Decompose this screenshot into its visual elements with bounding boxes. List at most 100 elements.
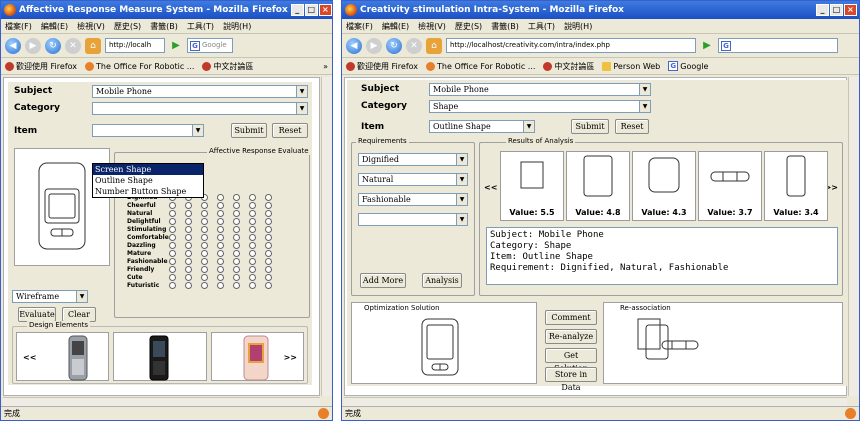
results-prev-button[interactable]: <<: [484, 183, 497, 192]
category-select[interactable]: Shape ▼: [429, 100, 651, 113]
minimize-button[interactable]: _: [816, 4, 829, 16]
forward-icon[interactable]: ▶: [366, 37, 382, 54]
requirement-select[interactable]: Fashionable ▼: [358, 193, 468, 206]
evaluate-button[interactable]: Evaluate: [18, 307, 56, 322]
item-select[interactable]: ▼: [92, 124, 204, 137]
subject-select[interactable]: Mobile Phone ▼: [92, 85, 308, 98]
rating-radio[interactable]: [233, 233, 240, 241]
bookmark-item[interactable]: 中文討論區: [543, 61, 594, 72]
rating-radio[interactable]: [265, 193, 272, 201]
rating-radio[interactable]: [249, 241, 256, 249]
submit-button[interactable]: Submit: [231, 123, 267, 138]
rating-radio[interactable]: [201, 209, 208, 217]
rating-radio[interactable]: [249, 265, 256, 273]
menu-tools[interactable]: 工具(T): [528, 21, 555, 32]
bookmark-item[interactable]: The Office For Robotic ...: [85, 61, 194, 71]
rating-radio[interactable]: [169, 217, 176, 225]
result-cell[interactable]: Value: 3.4: [764, 151, 828, 221]
bookmark-item[interactable]: 歡迎使用 Firefox: [346, 61, 418, 72]
rating-radio[interactable]: [217, 273, 224, 281]
bookmark-item[interactable]: G Google: [668, 61, 708, 71]
reset-button[interactable]: Reset: [272, 123, 308, 138]
reload-icon[interactable]: ↻: [45, 37, 61, 54]
rating-radio[interactable]: [201, 201, 208, 209]
rating-radio[interactable]: [233, 241, 240, 249]
result-cell[interactable]: Value: 4.3: [632, 151, 696, 221]
back-icon[interactable]: ◀: [346, 37, 362, 54]
rating-radio[interactable]: [249, 273, 256, 281]
menu-view[interactable]: 檢視(V): [77, 21, 105, 32]
design-element-card[interactable]: <<: [16, 332, 110, 381]
result-cell[interactable]: Value: 5.5: [500, 151, 564, 221]
rating-radio[interactable]: [185, 281, 192, 289]
rating-radio[interactable]: [201, 233, 208, 241]
menu-help[interactable]: 說明(H): [223, 21, 251, 32]
go-icon[interactable]: ▶: [169, 39, 183, 53]
rating-radio[interactable]: [233, 225, 240, 233]
rating-radio[interactable]: [265, 201, 272, 209]
rating-radio[interactable]: [265, 265, 272, 273]
rating-radio[interactable]: [185, 273, 192, 281]
category-select[interactable]: ▼: [92, 102, 308, 115]
rating-radio[interactable]: [201, 249, 208, 257]
rating-radio[interactable]: [265, 225, 272, 233]
dropdown-option[interactable]: Outline Shape: [93, 175, 203, 186]
menu-edit[interactable]: 編輯(E): [382, 21, 409, 32]
search-input[interactable]: G Google: [187, 38, 233, 53]
go-icon[interactable]: ▶: [700, 39, 714, 53]
add-more-button[interactable]: Add More: [360, 273, 406, 288]
search-input[interactable]: G: [718, 38, 838, 53]
home-icon[interactable]: ⌂: [426, 37, 442, 54]
vertical-scrollbar[interactable]: [321, 77, 332, 396]
rating-radio[interactable]: [233, 209, 240, 217]
forward-icon[interactable]: ▶: [25, 37, 41, 54]
requirement-select[interactable]: Dignified ▼: [358, 153, 468, 166]
rating-radio[interactable]: [185, 265, 192, 273]
chevron-right-icon[interactable]: »: [323, 62, 332, 71]
maximize-button[interactable]: □: [830, 4, 843, 16]
rating-radio[interactable]: [265, 257, 272, 265]
rating-radio[interactable]: [169, 209, 176, 217]
bookmark-item[interactable]: The Office For Robotic ...: [426, 61, 535, 71]
rating-radio[interactable]: [217, 201, 224, 209]
get-solution-button[interactable]: Get Solution: [545, 348, 597, 373]
display-mode-select[interactable]: Wireframe ▼: [12, 290, 88, 303]
close-button[interactable]: ×: [318, 4, 332, 16]
horizontal-scrollbar[interactable]: [3, 397, 320, 406]
menu-tools[interactable]: 工具(T): [187, 21, 214, 32]
rating-radio[interactable]: [169, 273, 176, 281]
bookmark-item[interactable]: Person Web: [602, 61, 660, 71]
stop-icon[interactable]: ✕: [65, 37, 81, 54]
rating-radio[interactable]: [201, 265, 208, 273]
menu-bookmarks[interactable]: 書籤(B): [150, 21, 178, 32]
rating-radio[interactable]: [169, 265, 176, 273]
submit-button[interactable]: Submit: [571, 119, 609, 134]
rating-radio[interactable]: [217, 217, 224, 225]
rating-radio[interactable]: [265, 217, 272, 225]
rating-radio[interactable]: [249, 249, 256, 257]
rating-radio[interactable]: [217, 249, 224, 257]
rating-radio[interactable]: [169, 257, 176, 265]
rating-radio[interactable]: [185, 233, 192, 241]
menu-help[interactable]: 說明(H): [564, 21, 592, 32]
item-select[interactable]: Outline Shape ▼: [429, 120, 535, 133]
rating-radio[interactable]: [217, 265, 224, 273]
subject-select[interactable]: Mobile Phone ▼: [429, 83, 651, 96]
rating-radio[interactable]: [217, 281, 224, 289]
rating-radio[interactable]: [169, 201, 176, 209]
menu-file[interactable]: 檔案(F): [346, 21, 373, 32]
rating-radio[interactable]: [201, 273, 208, 281]
rating-radio[interactable]: [169, 241, 176, 249]
rating-radio[interactable]: [217, 209, 224, 217]
rating-radio[interactable]: [201, 217, 208, 225]
maximize-button[interactable]: □: [304, 4, 318, 16]
rating-radio[interactable]: [249, 233, 256, 241]
rating-radio[interactable]: [217, 257, 224, 265]
back-icon[interactable]: ◀: [5, 37, 21, 54]
menu-bookmarks[interactable]: 書籤(B): [491, 21, 519, 32]
rating-radio[interactable]: [249, 225, 256, 233]
address-bar[interactable]: http://localhost/creativity.com/intra/in…: [446, 38, 696, 53]
dropdown-option[interactable]: Screen Shape: [93, 164, 203, 175]
rating-radio[interactable]: [201, 241, 208, 249]
rating-radio[interactable]: [217, 225, 224, 233]
